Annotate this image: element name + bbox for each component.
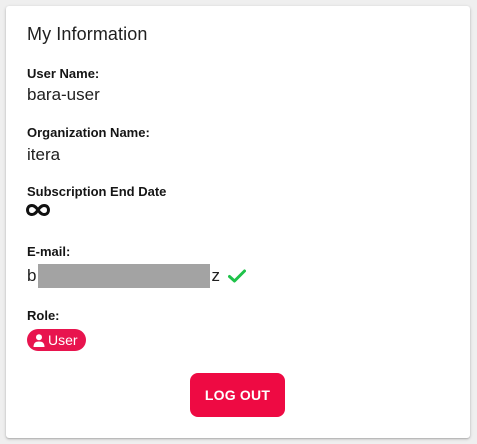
role-label: Role:: [27, 308, 60, 323]
email-prefix: b: [27, 266, 37, 285]
user-icon: [33, 333, 45, 347]
logout-button[interactable]: LOG OUT: [190, 373, 285, 417]
email-value: b z: [27, 264, 246, 288]
infinity-icon: [26, 203, 50, 217]
check-icon: [227, 269, 246, 283]
username-value: bara-user: [27, 85, 100, 104]
username-label: User Name:: [27, 66, 100, 81]
organization-value: itera: [27, 145, 61, 164]
email-redaction: [38, 264, 211, 288]
role-badge: User: [27, 329, 86, 351]
organization-label: Organization Name:: [27, 125, 150, 140]
subscription-end-date-label: Subscription End Date: [27, 184, 167, 199]
my-information-card: My Information User Name: bara-user Orga…: [6, 6, 470, 438]
email-label: E-mail:: [27, 244, 71, 259]
role-badge-label: User: [48, 332, 78, 348]
email-suffix: z: [211, 266, 220, 285]
card-title: My Information: [27, 24, 148, 44]
